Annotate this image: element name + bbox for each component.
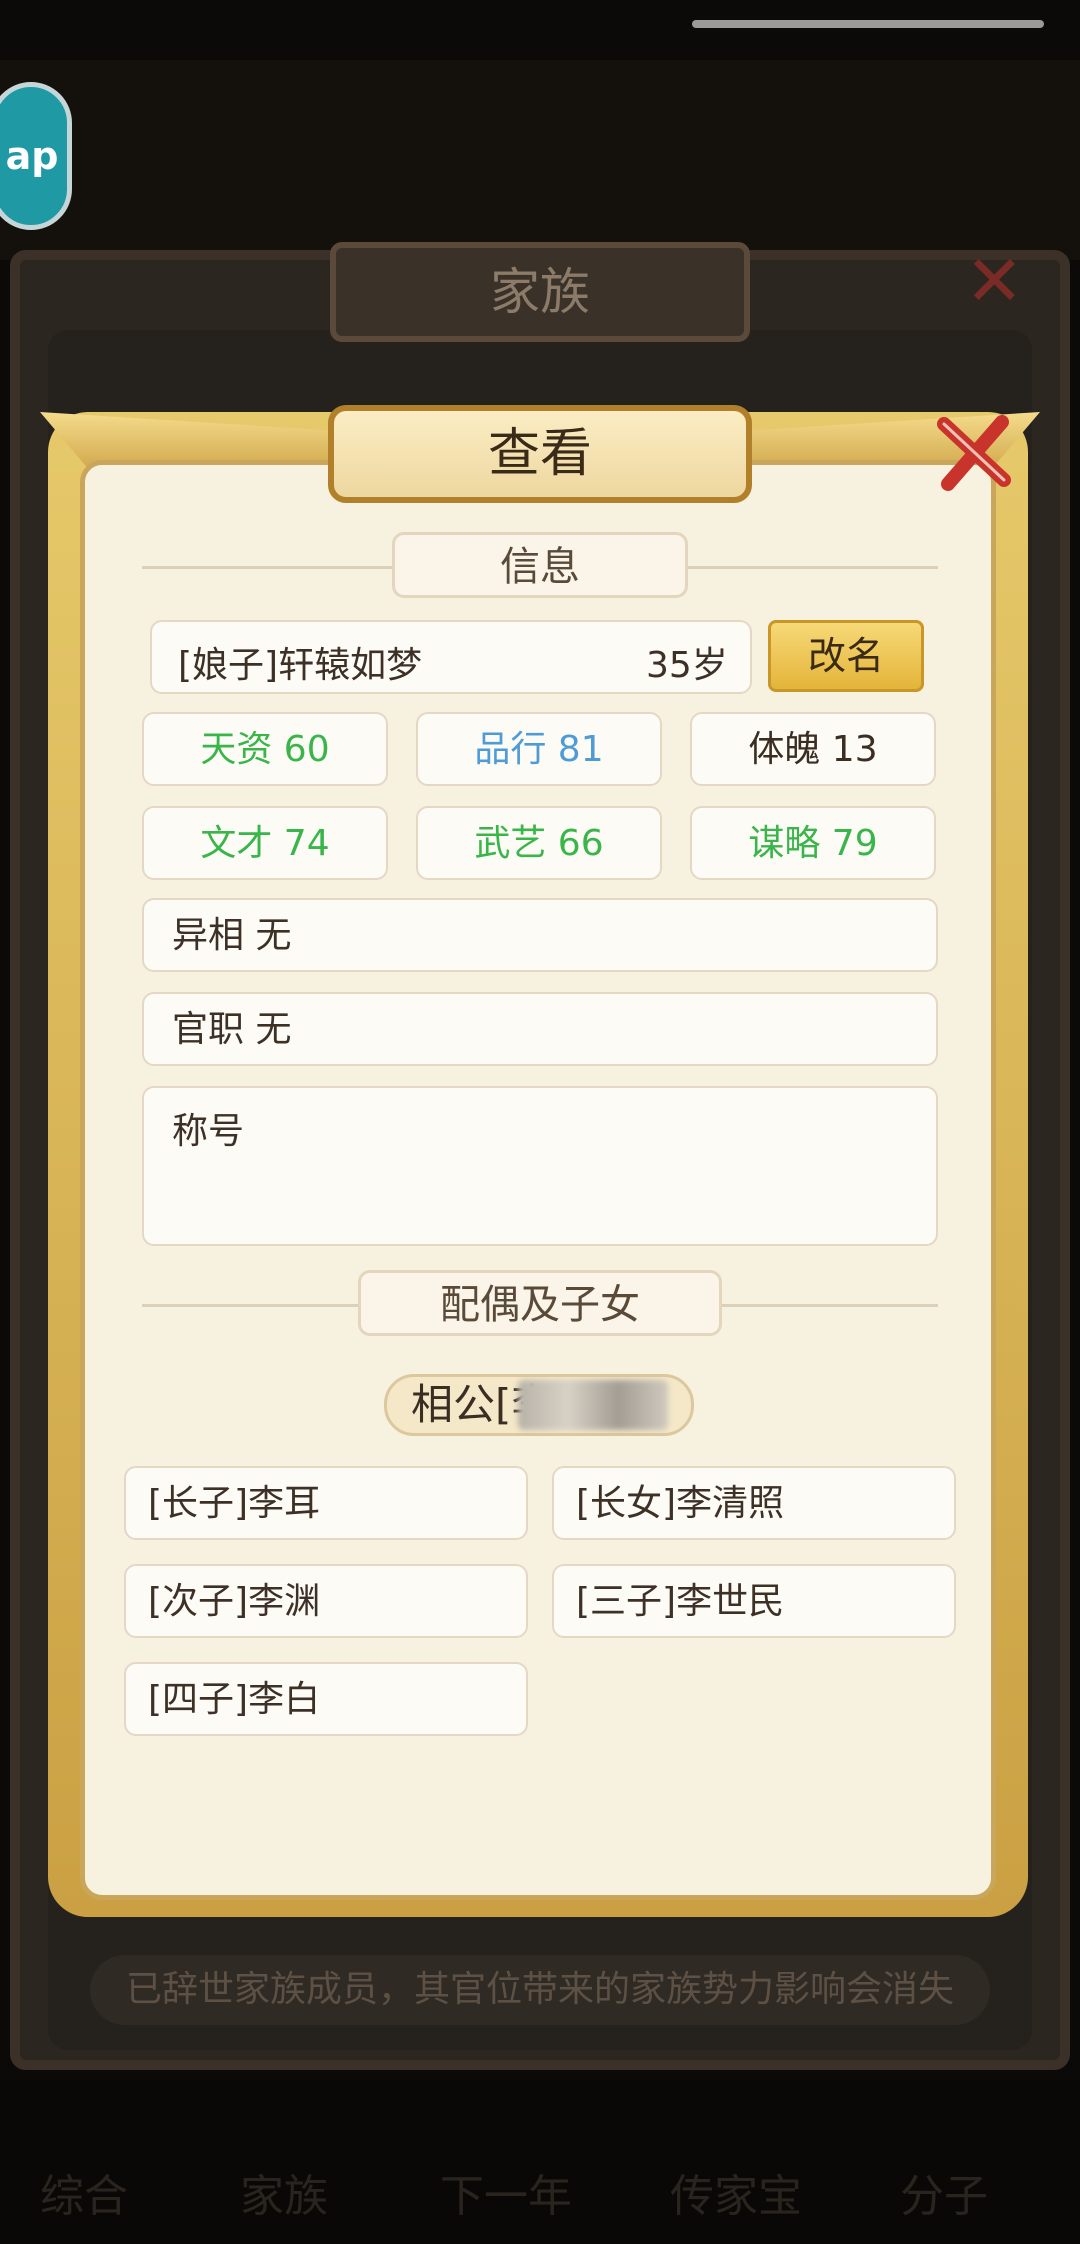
family-section-header: 配偶及子女: [142, 1270, 938, 1340]
office-field: 官职 无: [142, 992, 938, 1066]
background-top-bar: [0, 60, 1080, 260]
nav-item-more[interactable]: 分子: [900, 2160, 988, 2224]
family-section-label: 配偶及子女: [358, 1270, 722, 1336]
divider-right: [688, 566, 938, 569]
nav-item-overview[interactable]: 综合: [40, 2160, 128, 2224]
footer-notice: 已辞世家族成员，其官位带来的家族势力影响会消失: [90, 1955, 990, 2025]
member-name-card: [娘子]轩辕如梦 35岁: [150, 620, 752, 694]
stat-literary: 文才 74: [142, 806, 388, 880]
trait-field: 异相 无: [142, 898, 938, 972]
nav-item-family[interactable]: 家族: [240, 2160, 328, 2224]
system-gesture-bar: [692, 20, 1044, 28]
divider-left: [142, 1304, 358, 1307]
stat-martial: 武艺 66: [416, 806, 662, 880]
nav-item-next-year[interactable]: 下一年: [440, 2160, 572, 2224]
child-item[interactable]: [长女]李清照: [552, 1466, 956, 1540]
stat-strategy: 谋略 79: [690, 806, 936, 880]
stat-physique: 体魄 13: [690, 712, 936, 786]
stat-conduct: 品行 81: [416, 712, 662, 786]
bottom-nav: 综合 家族 下一年 传家宝 分子: [0, 2080, 1080, 2244]
child-item[interactable]: [四子]李白: [124, 1662, 528, 1736]
family-panel-title: 家族: [330, 242, 750, 342]
child-item[interactable]: [长子]李耳: [124, 1466, 528, 1540]
stat-talent: 天资 60: [142, 712, 388, 786]
divider-left: [142, 566, 392, 569]
side-floating-badge[interactable]: ap: [0, 82, 72, 230]
nav-item-heirloom[interactable]: 传家宝: [670, 2160, 802, 2224]
info-section-label: 信息: [392, 532, 688, 598]
child-item[interactable]: [三子]李世民: [552, 1564, 956, 1638]
dialog-close-icon[interactable]: [924, 404, 1020, 500]
dialog-title: 查看: [328, 405, 752, 503]
info-section-header: 信息: [142, 532, 938, 602]
rename-button[interactable]: 改名: [768, 620, 924, 692]
honorific-title-field: 称号: [142, 1086, 938, 1246]
divider-right: [722, 1304, 938, 1307]
member-age: 35岁: [646, 645, 728, 686]
redacted-name-blur: [518, 1380, 668, 1430]
member-name: [娘子]轩辕如梦: [178, 645, 423, 686]
child-item[interactable]: [次子]李渊: [124, 1564, 528, 1638]
family-panel-close-icon[interactable]: ✕: [965, 240, 1024, 322]
